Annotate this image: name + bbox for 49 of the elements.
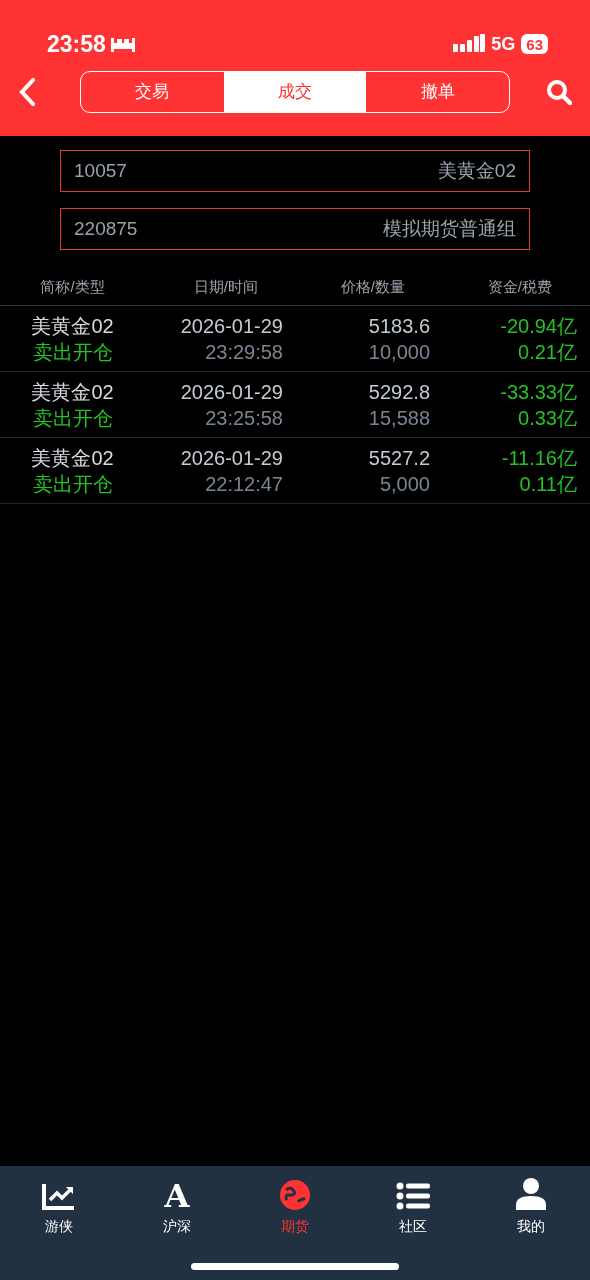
segment-tab[interactable]: 撤单 [366,72,509,112]
table-cell-text: 5292.8 [367,379,430,405]
account-field[interactable]: 10057 美黄金02 [60,150,530,192]
network-label: 5G [491,32,516,56]
table-cell-text: 15,588 [367,405,430,431]
column-header: 价格/数量 [339,277,406,298]
letter-icon: A [164,1182,190,1210]
back-icon[interactable] [18,78,36,106]
table-cell-text: 23:25:58 [204,405,283,431]
globe-icon [280,1180,310,1210]
table-cell-text: 2026-01-29 [179,313,283,339]
column-header: 简称/类型 [39,277,106,298]
table-cell-text: -33.33亿 [499,379,577,405]
table-cell-text: 22:12:47 [204,471,283,497]
table-cell-text: -20.94亿 [499,313,577,339]
list-icon [396,1182,430,1210]
nav-tab[interactable]: A 沪深 [118,1176,236,1237]
nav-tab[interactable]: 期货 [236,1176,354,1237]
table-cell-text: 美黄金02 [30,379,115,405]
table-cell-text: 0.11亿 [518,471,577,497]
nav-tab[interactable]: 游侠 [0,1176,118,1237]
nav-tab[interactable]: 我的 [472,1176,590,1237]
column-header: 日期/时间 [192,277,259,298]
clock-time: 23:58 [47,29,106,59]
table-cell-text: 美黄金02 [30,313,115,339]
chart-icon [42,1182,76,1210]
table-cell-text: 2026-01-29 [179,379,283,405]
table-cell-text: 卖出开仓 [31,405,114,431]
table-cell-text: 5,000 [378,471,430,497]
table-cell-text: 0.33亿 [517,405,577,431]
table-cell-text: 23:29:58 [204,339,283,365]
table-cell-text: 5183.6 [367,313,430,339]
column-header: 资金/税费 [486,277,553,298]
nav-tab[interactable]: 社区 [354,1176,472,1237]
table-cell-text: 卖出开仓 [31,339,114,365]
table-cell-text: 10,000 [367,339,430,365]
signal-icon [453,34,486,54]
table-cell-text: 美黄金02 [30,445,115,471]
account-field[interactable]: 220875 模拟期货普通组 [60,208,530,250]
table-cell-text: 卖出开仓 [31,471,114,497]
segment-tab[interactable]: 成交 [223,72,367,112]
table-cell-text: -11.16亿 [500,445,577,471]
search-icon[interactable] [546,79,572,105]
segment-tab[interactable]: 交易 [81,72,224,112]
table-cell-text: 5527.2 [367,445,430,471]
person-icon [516,1178,546,1210]
table-cell-text: 2026-01-29 [179,445,283,471]
table-cell-text: 0.21亿 [517,339,577,365]
battery-indicator: 63 [521,34,548,54]
